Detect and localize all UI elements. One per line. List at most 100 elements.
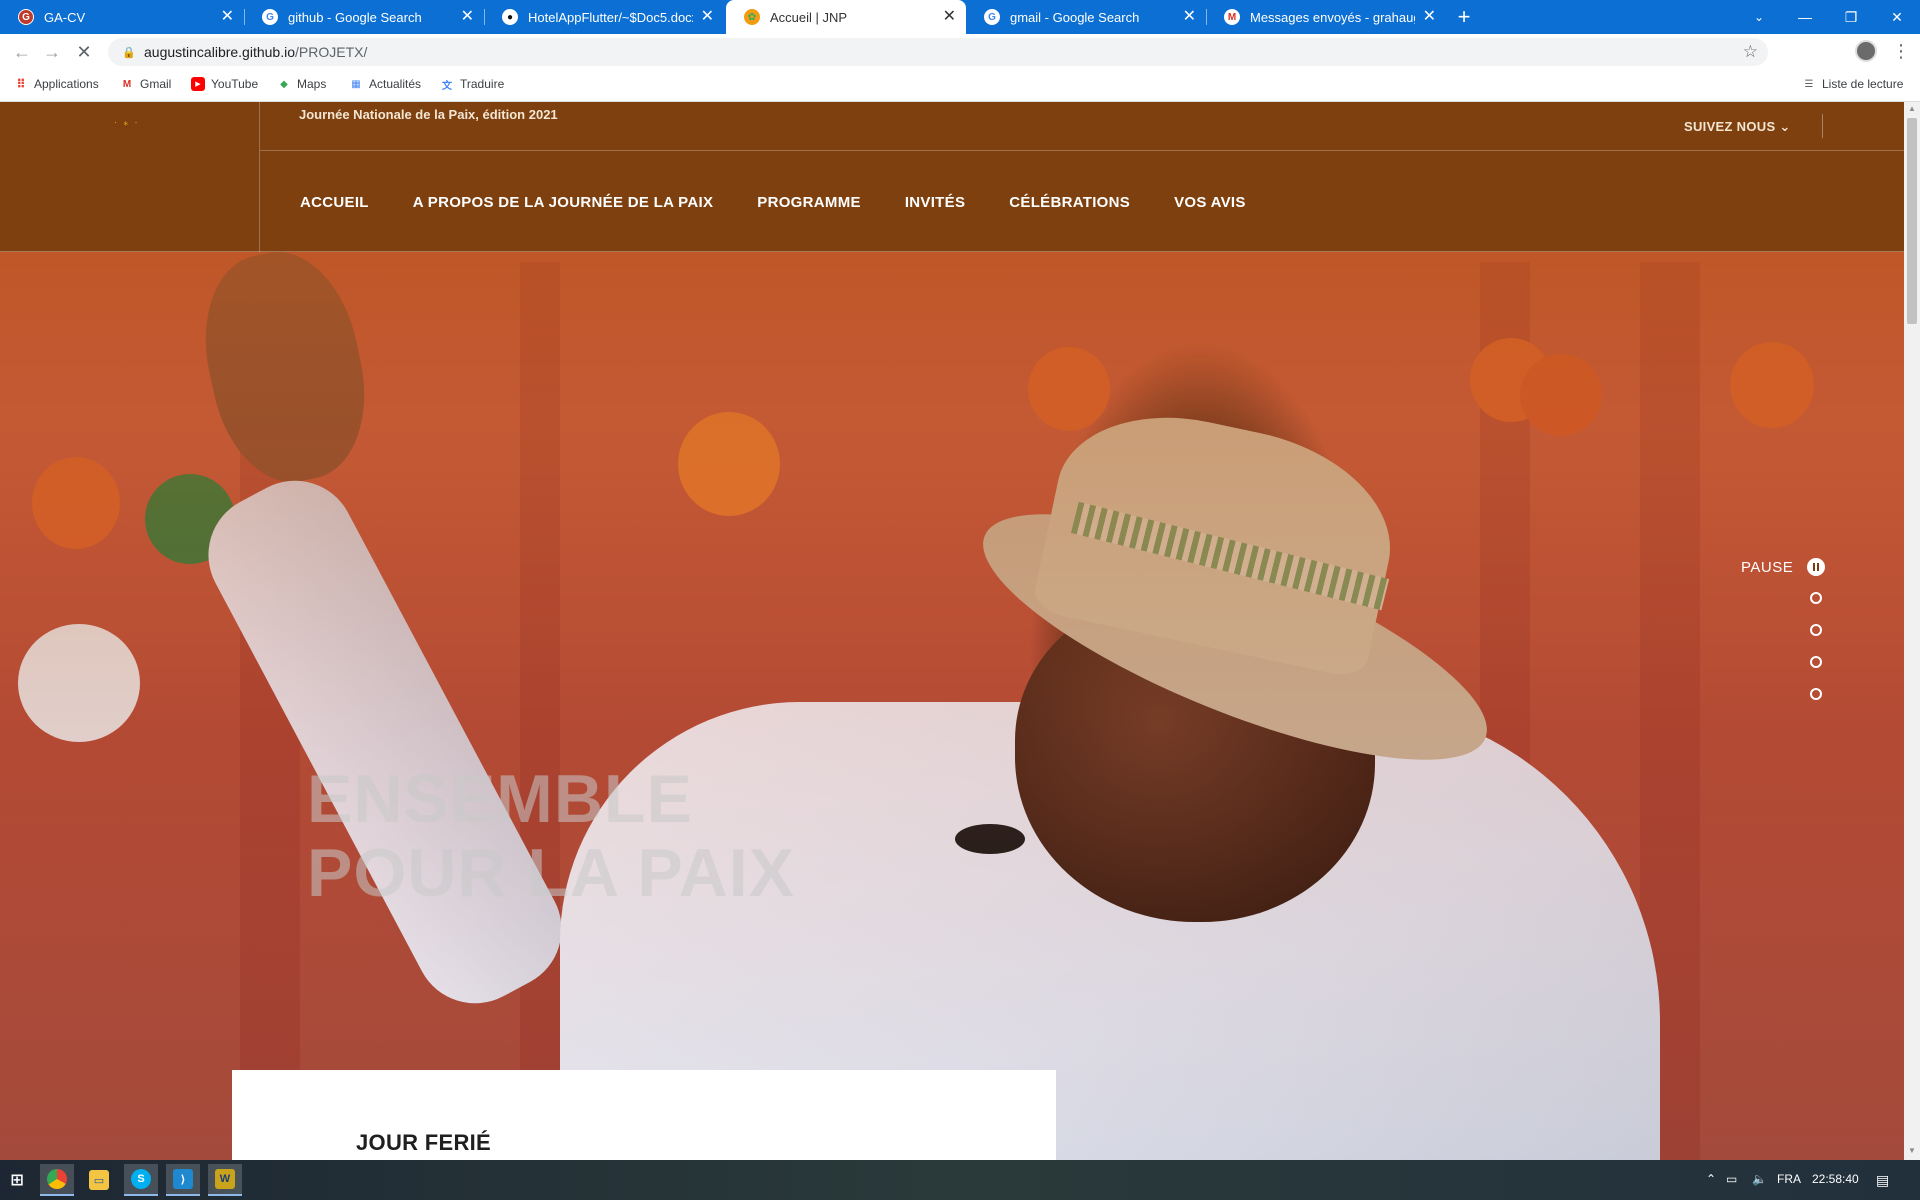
- slider-pause-label[interactable]: PAUSE: [1741, 559, 1793, 576]
- tab-title: github - Google Search: [288, 9, 422, 25]
- chevron-down-icon: ⌄: [1779, 119, 1791, 134]
- pause-icon: [1813, 563, 1815, 571]
- close-tab-icon[interactable]: ✕: [943, 9, 956, 25]
- minimize-icon[interactable]: —: [1782, 0, 1828, 34]
- tab-gmail-search[interactable]: G gmail - Google Search ✕: [966, 0, 1206, 34]
- vscode-icon: ⟩: [173, 1169, 193, 1189]
- notifications-icon[interactable]: ▤: [1876, 1172, 1889, 1189]
- reading-list[interactable]: ☰ Liste de lecture: [1802, 77, 1904, 91]
- tab-hotelapp-github[interactable]: ● HotelAppFlutter/~$Doc5.docx at ✕: [484, 0, 724, 34]
- close-tab-icon[interactable]: ✕: [461, 9, 474, 25]
- nav-a-propos[interactable]: A PROPOS DE LA JOURNÉE DE LA PAIX: [413, 194, 714, 211]
- pause-icon: [1817, 563, 1819, 571]
- file-explorer-icon: ▭: [89, 1170, 109, 1190]
- bookmark-youtube[interactable]: ▶ YouTube: [191, 77, 258, 91]
- nav-vos-avis[interactable]: VOS AVIS: [1174, 194, 1246, 211]
- edition-text: Journée Nationale de la Paix, édition 20…: [299, 107, 558, 122]
- site-header: · ⁎ · Journée Nationale de la Paix, édit…: [0, 102, 1904, 252]
- close-tab-icon[interactable]: ✕: [701, 9, 714, 25]
- profile-avatar[interactable]: [1855, 40, 1877, 62]
- github-favicon: ●: [502, 9, 518, 25]
- header-divider: [260, 150, 1904, 151]
- bookmark-label: Traduire: [460, 77, 505, 91]
- page-viewport: · ⁎ · Journée Nationale de la Paix, édit…: [0, 102, 1904, 1160]
- nav-accueil[interactable]: ACCUEIL: [300, 194, 369, 211]
- close-tab-icon[interactable]: ✕: [221, 9, 234, 25]
- address-url[interactable]: augustincalibre.github.io/PROJETX/: [144, 44, 367, 60]
- reading-list-icon: ☰: [1804, 78, 1814, 90]
- slider-dot-4[interactable]: [1810, 688, 1822, 700]
- bookmark-maps[interactable]: ◆ Maps: [277, 77, 326, 91]
- hero-color-overlay: [0, 102, 1904, 1160]
- gmail-icon: M: [122, 78, 132, 90]
- skype-icon: S: [131, 1169, 151, 1189]
- close-tab-icon[interactable]: ✕: [1423, 9, 1436, 25]
- nav-invites[interactable]: INVITÉS: [905, 194, 965, 211]
- stop-loading-icon[interactable]: ✕: [72, 40, 96, 64]
- gmail-favicon: M: [1224, 9, 1240, 25]
- language-indicator[interactable]: FRA: [1777, 1172, 1801, 1186]
- taskbar-file-explorer[interactable]: ▭: [82, 1164, 116, 1196]
- bookmark-label: YouTube: [211, 77, 259, 91]
- bookmarks-bar: ⠿ Applications M Gmail ▶ YouTube ◆ Maps …: [0, 70, 1920, 102]
- tab-github-search[interactable]: G github - Google Search ✕: [244, 0, 484, 34]
- tray-overflow-chevron-icon[interactable]: ⌃: [1706, 1172, 1716, 1186]
- bookmark-star-icon[interactable]: ☆: [1743, 42, 1758, 62]
- bookmark-applications[interactable]: ⠿ Applications: [14, 77, 98, 91]
- scroll-up-icon[interactable]: ▲: [1906, 104, 1918, 116]
- hero-headline-line1: ENSEMBLE: [307, 761, 693, 837]
- translate-icon: 文: [442, 80, 452, 92]
- nav-celebrations[interactable]: CÉLÉBRATIONS: [1009, 194, 1130, 211]
- maps-icon: ◆: [280, 78, 288, 90]
- slider-dot-2[interactable]: [1810, 624, 1822, 636]
- volume-icon[interactable]: 🔈: [1752, 1172, 1767, 1186]
- site-logo-area[interactable]: · ⁎ ·: [0, 102, 260, 252]
- slider-dot-1[interactable]: [1810, 592, 1822, 604]
- taskbar-word[interactable]: W: [208, 1164, 242, 1196]
- scrollbar-thumb[interactable]: [1907, 118, 1917, 324]
- tab-search-chevron-icon[interactable]: ⌄: [1736, 0, 1782, 34]
- slider-pause-button[interactable]: [1807, 558, 1825, 576]
- bookmark-label: Gmail: [140, 77, 172, 91]
- youtube-icon: ▶: [191, 77, 205, 91]
- tab-ga-cv[interactable]: G GA-CV ✕: [0, 0, 244, 34]
- tab-messages-envoyes[interactable]: M Messages envoyés - grahaugusti ✕: [1206, 0, 1446, 34]
- nav-programme[interactable]: PROGRAMME: [757, 194, 861, 211]
- browser-menu-dots-icon[interactable]: ⋮: [1892, 40, 1910, 62]
- follow-us-label: SUIVEZ NOUS: [1684, 119, 1776, 134]
- taskbar-chrome[interactable]: [40, 1164, 74, 1196]
- ga-cv-favicon: G: [18, 9, 34, 25]
- bookmark-traduire[interactable]: 文 Traduire: [440, 77, 505, 92]
- scroll-down-icon[interactable]: ▼: [1906, 1146, 1918, 1158]
- clock[interactable]: 22:58:40: [1812, 1172, 1859, 1186]
- taskbar-vscode[interactable]: ⟩: [166, 1164, 200, 1196]
- lock-icon: 🔒: [122, 47, 136, 59]
- follow-us-dropdown[interactable]: SUIVEZ NOUS ⌄: [1684, 119, 1791, 135]
- tab-title: Accueil | JNP: [770, 9, 848, 25]
- close-window-icon[interactable]: ✕: [1874, 0, 1920, 34]
- browser-tab-strip: G GA-CV ✕ G github - Google Search ✕ ● H…: [0, 0, 1920, 34]
- address-bar[interactable]: 🔒 augustincalibre.github.io/PROJETX/ ☆: [108, 38, 1768, 66]
- bookmark-actualites[interactable]: ▦ Actualités: [349, 77, 421, 91]
- restore-icon[interactable]: ❐: [1828, 0, 1874, 34]
- reading-list-label: Liste de lecture: [1822, 77, 1904, 91]
- start-button[interactable]: ⊞: [0, 1164, 34, 1196]
- card-title: JOUR FERIÉ: [356, 1130, 492, 1155]
- forward-arrow-icon[interactable]: →: [40, 40, 64, 64]
- url-path: /PROJETX/: [295, 44, 368, 60]
- tab-title: HotelAppFlutter/~$Doc5.docx at: [528, 9, 693, 25]
- windows-taskbar: ⊞ ▭ S ⟩ W ⌃ ▭ 🔈 FRA 22:58:40 ▤: [0, 1160, 1920, 1200]
- tab-accueil-jnp[interactable]: ✿ Accueil | JNP ✕: [726, 0, 966, 34]
- slider-dot-3[interactable]: [1810, 656, 1822, 668]
- tab-title: Messages envoyés - grahaugusti: [1250, 9, 1415, 25]
- tab-title: gmail - Google Search: [1010, 9, 1140, 25]
- network-icon[interactable]: ▭: [1726, 1172, 1737, 1186]
- info-card: JOUR FERIÉ: [232, 1070, 1056, 1160]
- hero-headline: ENSEMBLE POUR LA PAIX: [307, 762, 795, 910]
- bookmark-gmail[interactable]: M Gmail: [120, 77, 172, 91]
- close-tab-icon[interactable]: ✕: [1183, 9, 1196, 25]
- new-tab-plus-icon[interactable]: +: [1452, 0, 1476, 34]
- taskbar-skype[interactable]: S: [124, 1164, 158, 1196]
- back-arrow-icon[interactable]: ←: [10, 40, 34, 64]
- word-icon: W: [215, 1169, 235, 1189]
